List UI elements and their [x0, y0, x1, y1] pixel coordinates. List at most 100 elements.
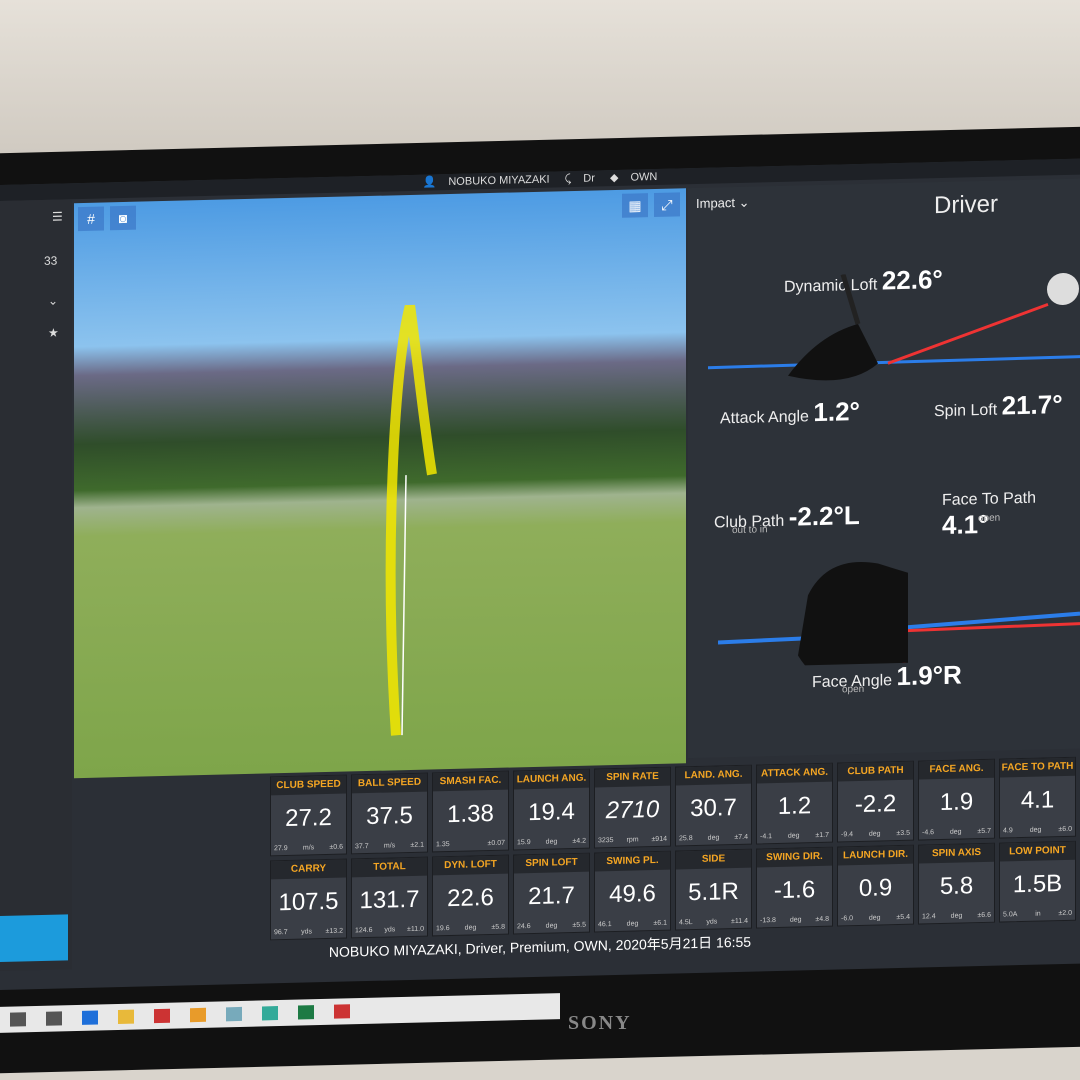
metric-deviation: ±7.4 [734, 833, 748, 842]
metric-deviation: ±6.0 [1058, 825, 1072, 834]
metric-label: LAUNCH ANG. [514, 769, 589, 790]
metric-tile[interactable]: CLUB SPEED 27.2 27.9 m/s ±0.6 [270, 774, 347, 857]
metric-tile[interactable]: LOW POINT 1.5B 5.0A in ±2.0 [999, 840, 1076, 923]
metric-average: 124.6 [355, 926, 373, 935]
folder-icon[interactable] [118, 1009, 134, 1024]
metric-label: FACE TO PATH [1000, 757, 1075, 778]
grid-icon[interactable]: # [78, 206, 104, 232]
metric-tile[interactable]: SPIN RATE 2710 3235 rpm ±914 [594, 766, 671, 849]
metric-unit: deg [464, 924, 477, 932]
metric-tile[interactable]: FACE TO PATH 4.1 4.9 deg ±6.0 [999, 756, 1076, 839]
metric-value: 1.5B [1012, 870, 1063, 899]
sony-logo: SONY [568, 1012, 632, 1034]
app-icon[interactable] [226, 1006, 242, 1022]
metric-value: 2710 [605, 795, 660, 825]
edge-icon[interactable] [82, 1010, 98, 1025]
metric-tile[interactable]: SIDE 5.1R 4.5L yds ±11.4 [675, 848, 752, 931]
metric-tile[interactable]: TOTAL 131.7 124.6 yds ±11.0 [351, 856, 428, 939]
metric-tile[interactable]: ATTACK ANG. 1.2 -4.1 deg ±1.7 [756, 762, 833, 845]
metric-average: 25.8 [679, 835, 693, 843]
metric-average: 5.0A [1003, 911, 1018, 919]
chevron-down-icon[interactable]: ⌄ [48, 294, 58, 308]
metric-unit: m/s [302, 844, 315, 852]
metric-label: CLUB SPEED [271, 775, 346, 796]
layout-icon[interactable]: ▦ [622, 193, 648, 218]
search-icon[interactable] [10, 1012, 26, 1027]
metric-unit: deg [1029, 826, 1042, 834]
metric-value: 49.6 [609, 879, 656, 909]
spin-loft-metric: Spin Loft 21.7° [934, 389, 1063, 421]
metric-label: LOW POINT [1000, 841, 1075, 862]
metric-value: 22.6 [447, 883, 494, 913]
metric-label: CLUB PATH [838, 761, 913, 782]
metric-tile[interactable]: BALL SPEED 37.5 37.7 m/s ±2.1 [351, 772, 428, 855]
metric-label: TOTAL [352, 857, 427, 878]
metric-value: -2.2 [854, 790, 897, 819]
metric-deviation: ±2.1 [410, 841, 424, 849]
fullscreen-icon[interactable]: ⤢ [654, 192, 680, 218]
taskview-icon[interactable] [46, 1011, 62, 1026]
metric-average: 24.6 [517, 923, 531, 931]
metric-tile[interactable]: LAUNCH ANG. 19.4 15.9 deg ±4.2 [513, 768, 590, 851]
metric-unit: yds [384, 926, 396, 934]
metric-deviation: ±11.4 [731, 917, 748, 926]
metric-value: 1.2 [777, 792, 812, 820]
3d-range-view[interactable]: # ◙ ▦ ⤢ [74, 188, 686, 779]
metric-tile[interactable]: LAND. ANG. 30.7 25.8 deg ±7.4 [675, 764, 752, 847]
metric-value: 27.2 [285, 803, 332, 833]
metric-average: 46.1 [598, 921, 612, 929]
metric-unit: deg [868, 830, 881, 838]
metric-deviation: ±2.0 [1058, 909, 1072, 918]
metric-tile[interactable]: SWING PL. 49.6 46.1 deg ±6.1 [594, 850, 671, 933]
metric-deviation: ±5.7 [977, 827, 991, 836]
sidebar: ☰ 33 ⌄ ★ [0, 199, 72, 971]
club-path-sub: out to in [732, 524, 768, 537]
metric-average: 19.6 [436, 925, 450, 933]
metric-average: -13.8 [760, 917, 776, 925]
menu-icon[interactable]: ☰ [52, 209, 63, 223]
club-name[interactable]: Dr [583, 172, 595, 184]
view-mode-dropdown[interactable]: Impact ⌄ [696, 195, 750, 212]
face-angle-sub: open [842, 683, 865, 696]
camera-icon[interactable]: ◙ [110, 205, 136, 231]
metric-tile[interactable]: SPIN AXIS 5.8 12.4 deg ±6.6 [918, 842, 995, 925]
metric-average: -9.4 [841, 831, 854, 839]
pdf-icon[interactable] [334, 1004, 350, 1019]
metric-average: 27.9 [274, 844, 288, 853]
star-icon[interactable]: ★ [48, 326, 59, 340]
metric-value: 1.9 [939, 788, 974, 817]
metric-tile[interactable]: SPIN LOFT 21.7 24.6 deg ±5.5 [513, 852, 590, 935]
app-icon[interactable] [154, 1008, 170, 1024]
metric-unit: deg [545, 838, 558, 846]
excel-icon[interactable] [298, 1005, 314, 1020]
metric-deviation: ±914 [651, 835, 667, 844]
metric-tile[interactable]: SWING DIR. -1.6 -13.8 deg ±4.8 [756, 846, 833, 929]
metric-value: 0.9 [858, 874, 893, 903]
metric-tile[interactable]: SMASH FAC. 1.38 1.35 ±0.07 [432, 770, 509, 853]
club-icon: ⤹ [564, 173, 572, 186]
metric-value: 37.5 [366, 801, 413, 831]
metric-deviation: ±6.1 [653, 919, 667, 928]
metric-tile[interactable]: CARRY 107.5 96.7 yds ±13.2 [270, 858, 347, 941]
shot-count: 33 [44, 253, 58, 268]
chrome-icon[interactable] [262, 1006, 278, 1021]
metric-tile[interactable]: DYN. LOFT 22.6 19.6 deg ±5.8 [432, 854, 509, 937]
metric-deviation: ±5.4 [896, 913, 910, 922]
metric-tile[interactable]: FACE ANG. 1.9 -4.6 deg ±5.7 [918, 758, 995, 841]
metric-value: 30.7 [690, 793, 737, 823]
metric-deviation: ±6.6 [977, 911, 991, 920]
app-icon[interactable] [190, 1007, 206, 1023]
metric-value: 131.7 [359, 885, 420, 915]
metric-tile[interactable]: CLUB PATH -2.2 -9.4 deg ±3.5 [837, 760, 914, 843]
metric-tile[interactable]: LAUNCH DIR. 0.9 -6.0 deg ±5.4 [837, 844, 914, 927]
monitor-screen: 👤 NOBUKO MIYAZAKI ⤹ Dr ◆ OWN ☰ 33 ⌄ ★ # ◙ ▦… [0, 158, 1080, 991]
metric-label: CARRY [271, 859, 346, 880]
metric-average: 15.9 [517, 839, 531, 847]
metric-label: SPIN LOFT [514, 853, 589, 874]
metric-label: SMASH FAC. [433, 771, 508, 792]
metric-deviation: ±0.6 [329, 843, 343, 851]
face-to-path-sub: open [978, 512, 1001, 525]
metric-average: 4.5L [679, 919, 693, 927]
metric-unit: deg [949, 828, 962, 836]
ball-type[interactable]: OWN [630, 171, 657, 184]
